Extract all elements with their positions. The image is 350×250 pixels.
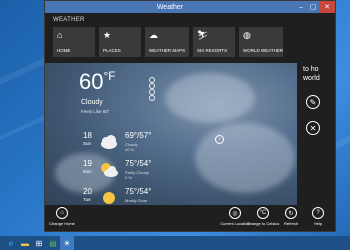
nav-item-world-weather[interactable]: ◍ WORLD WEATHER bbox=[239, 27, 283, 57]
home-icon: ⌂ bbox=[56, 207, 68, 219]
partly-cloudy-icon bbox=[101, 163, 118, 177]
appbar-label: Change to Celsius bbox=[246, 221, 280, 226]
ie-icon[interactable]: e bbox=[4, 236, 18, 250]
temperature-unit: °F bbox=[103, 69, 116, 83]
minimize-button[interactable]: – bbox=[295, 1, 307, 13]
forecast-condition: Mostly Clear bbox=[125, 198, 148, 203]
cloud-backdrop bbox=[195, 123, 295, 193]
forecast-day[interactable]: 18 Sun 69°/57° Cloudy 40 % bbox=[83, 131, 195, 155]
pressure-icon bbox=[149, 95, 155, 101]
nav-item-label: SKI RESORTS bbox=[197, 48, 228, 53]
forecast-hi-lo: 69°/57° bbox=[125, 131, 152, 140]
nav-item-label: HOME bbox=[57, 48, 71, 53]
nav-item-places[interactable]: ★ PLACES bbox=[99, 27, 141, 57]
folder-icon[interactable]: ▬ bbox=[18, 236, 32, 250]
forecast-day[interactable]: 20 Tue 75°/54° Mostly Clear bbox=[83, 187, 195, 205]
feels-like: Feels Like 60° bbox=[81, 109, 110, 114]
side-panel-title: to ho world bbox=[303, 66, 320, 82]
forecast-day[interactable]: 19 Mon 75°/54° Partly Cloudy 0 % bbox=[83, 159, 195, 183]
current-condition: Cloudy bbox=[81, 99, 103, 106]
nav-item-weather-maps[interactable]: ☁ WEATHER MAPS bbox=[145, 27, 189, 57]
mail-icon[interactable]: ▤ bbox=[46, 236, 60, 250]
forecast-date: 20 bbox=[83, 187, 92, 196]
weather-app-icon[interactable]: ☀ bbox=[60, 236, 74, 250]
nav-item-label: PLACES bbox=[103, 48, 121, 53]
weather-window: Weather – ▢ ✕ WEATHER ⌂ HOME ★ PLACES ☁ … bbox=[44, 0, 336, 232]
nav-item-label: WORLD WEATHER bbox=[243, 48, 284, 53]
remove-button[interactable]: ✕ bbox=[306, 121, 320, 135]
app-label: WEATHER bbox=[53, 17, 85, 23]
help-icon: ? bbox=[312, 207, 324, 219]
forecast-date: 18 bbox=[83, 131, 92, 140]
nav-item-label: WEATHER MAPS bbox=[149, 48, 186, 53]
current-temperature: 60°F bbox=[79, 69, 116, 95]
change-home-button[interactable]: ⌂ Change Home bbox=[49, 207, 75, 226]
forecast-weekday: Mon bbox=[83, 169, 92, 174]
forecast-date: 19 bbox=[83, 159, 92, 168]
appbar-label: Current Location bbox=[220, 221, 250, 226]
weather-main: 60°F Cloudy Feels Like 60° 18 Sun 69°/57… bbox=[45, 63, 335, 205]
celsius-icon: °C bbox=[257, 207, 269, 219]
home-icon: ⌂ bbox=[57, 30, 63, 40]
window-title: Weather bbox=[156, 3, 184, 11]
store-icon[interactable]: ⊞ bbox=[32, 236, 46, 250]
forecast-precip: 40 % bbox=[125, 147, 135, 152]
expand-forecast-button[interactable]: › bbox=[215, 135, 224, 144]
refresh-icon: ↻ bbox=[285, 207, 297, 219]
nav-bar: WEATHER ⌂ HOME ★ PLACES ☁ WEATHER MAPS ⛷… bbox=[45, 13, 335, 63]
forecast-weekday: Sun bbox=[83, 141, 92, 146]
map-icon: ☁ bbox=[149, 30, 158, 40]
detail-row bbox=[149, 95, 158, 101]
sunny-icon bbox=[103, 192, 115, 204]
pencil-icon: ✎ bbox=[309, 97, 317, 107]
help-button[interactable]: ? Help bbox=[305, 207, 331, 226]
forecast-hi-lo: 75°/54° bbox=[125, 159, 152, 168]
nav-item-home[interactable]: ⌂ HOME bbox=[53, 27, 95, 57]
nav-item-ski-resorts[interactable]: ⛷ SKI RESORTS bbox=[193, 27, 235, 57]
appbar-label: Change Home bbox=[49, 221, 75, 226]
side-panel: to ho world ✎ ✕ bbox=[297, 63, 335, 205]
cloudy-icon bbox=[101, 135, 117, 149]
cloud-backdrop bbox=[165, 73, 255, 123]
star-icon: ★ bbox=[103, 30, 112, 40]
maximize-button[interactable]: ▢ bbox=[307, 1, 319, 13]
forecast-hi-lo: 75°/54° bbox=[125, 187, 152, 196]
current-details bbox=[149, 77, 158, 101]
close-icon: ✕ bbox=[309, 123, 317, 133]
taskbar: e ▬ ⊞ ▤ ☀ bbox=[0, 236, 350, 250]
appbar-label: Help bbox=[313, 221, 323, 226]
temperature-value: 60 bbox=[79, 69, 104, 94]
current-location-button[interactable]: ◎ Current Location bbox=[220, 207, 250, 226]
title-bar[interactable]: Weather – ▢ ✕ bbox=[45, 1, 335, 13]
refresh-button[interactable]: ↻ Refresh bbox=[278, 207, 304, 226]
ski-icon: ⛷ bbox=[197, 30, 209, 40]
close-button[interactable]: ✕ bbox=[319, 1, 335, 13]
edit-button[interactable]: ✎ bbox=[306, 95, 320, 109]
globe-icon: ◍ bbox=[243, 30, 251, 40]
forecast-precip: 0 % bbox=[125, 175, 132, 180]
appbar-label: Refresh bbox=[283, 221, 298, 226]
change-to-celsius-button[interactable]: °C Change to Celsius bbox=[247, 207, 279, 226]
app-bar: ⌂ Change Home ◎ Current Location °C Chan… bbox=[45, 205, 335, 231]
forecast-weekday: Tue bbox=[83, 197, 91, 202]
location-icon: ◎ bbox=[229, 207, 241, 219]
